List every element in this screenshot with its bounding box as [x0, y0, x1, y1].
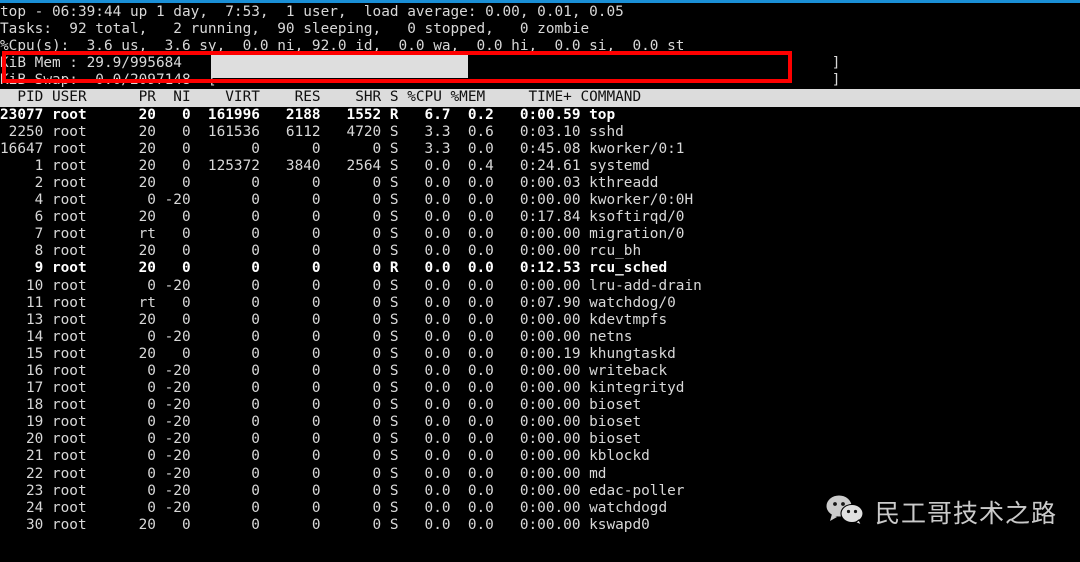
table-row[interactable]: 16 root 0 -20 0 0 0 S 0.0 0.0 0:00.00 wr…	[0, 363, 1080, 380]
watermark: 民工哥技术之路	[826, 494, 1057, 530]
summary-uptime-line: top - 06:39:44 up 1 day, 7:53, 1 user, l…	[0, 4, 624, 20]
table-row[interactable]: 15 root 20 0 0 0 0 S 0.0 0.0 0:00.19 khu…	[0, 346, 1080, 363]
summary-cpu-line: %Cpu(s): 3.6 us, 3.6 sy, 0.0 ni, 92.0 id…	[0, 38, 685, 55]
table-row[interactable]: 2 root 20 0 0 0 0 S 0.0 0.0 0:00.03 kthr…	[0, 175, 1080, 192]
table-row[interactable]: 9 root 20 0 0 0 0 R 0.0 0.0 0:12.53 rcu_…	[0, 260, 1080, 277]
top-accent-rule	[0, 0, 1080, 3]
table-row[interactable]: 16647 root 20 0 0 0 0 S 3.3 0.0 0:45.08 …	[0, 141, 1080, 158]
table-row[interactable]: 21 root 0 -20 0 0 0 S 0.0 0.0 0:00.00 kb…	[0, 448, 1080, 465]
table-row[interactable]: 2250 root 20 0 161536 6112 4720 S 3.3 0.…	[0, 124, 1080, 141]
process-table-header: PID USER PR NI VIRT RES SHR S %CPU %MEM …	[0, 89, 1080, 107]
table-row[interactable]: 22 root 0 -20 0 0 0 S 0.0 0.0 0:00.00 md	[0, 466, 1080, 483]
table-row[interactable]: 14 root 0 -20 0 0 0 S 0.0 0.0 0:00.00 ne…	[0, 329, 1080, 346]
table-row[interactable]: 20 root 0 -20 0 0 0 S 0.0 0.0 0:00.00 bi…	[0, 431, 1080, 448]
summary-tasks-line: Tasks: 92 total, 2 running, 90 sleeping,…	[0, 21, 590, 38]
process-table-body: 23077 root 20 0 161996 2188 1552 R 6.7 0…	[0, 107, 1080, 534]
table-row[interactable]: 1 root 20 0 125372 3840 2564 S 0.0 0.4 0…	[0, 158, 1080, 175]
wechat-icon	[826, 494, 866, 530]
table-row[interactable]: 8 root 20 0 0 0 0 S 0.0 0.0 0:00.00 rcu_…	[0, 243, 1080, 260]
table-row[interactable]: 13 root 20 0 0 0 0 S 0.0 0.0 0:00.00 kde…	[0, 312, 1080, 329]
table-row[interactable]: 4 root 0 -20 0 0 0 S 0.0 0.0 0:00.00 kwo…	[0, 192, 1080, 209]
memory-usage-gauge	[211, 55, 468, 78]
table-row[interactable]: 23077 root 20 0 161996 2188 1552 R 6.7 0…	[0, 107, 1080, 124]
table-row[interactable]: 10 root 0 -20 0 0 0 S 0.0 0.0 0:00.00 lr…	[0, 278, 1080, 295]
table-row[interactable]: 11 root rt 0 0 0 0 S 0.0 0.0 0:07.90 wat…	[0, 295, 1080, 312]
watermark-text: 民工哥技术之路	[875, 499, 1058, 528]
table-row[interactable]: 19 root 0 -20 0 0 0 S 0.0 0.0 0:00.00 bi…	[0, 414, 1080, 431]
table-row[interactable]: 6 root 20 0 0 0 0 S 0.0 0.0 0:17.84 ksof…	[0, 209, 1080, 226]
table-row[interactable]: 7 root rt 0 0 0 0 S 0.0 0.0 0:00.00 migr…	[0, 226, 1080, 243]
table-row[interactable]: 18 root 0 -20 0 0 0 S 0.0 0.0 0:00.00 bi…	[0, 397, 1080, 414]
top-output: top - 06:39:44 up 1 day, 7:53, 1 user, l…	[0, 4, 1080, 534]
table-row[interactable]: 17 root 0 -20 0 0 0 S 0.0 0.0 0:00.00 ki…	[0, 380, 1080, 397]
summary-mem-line: KiB Mem : 29.9/995684 [ ]	[0, 55, 841, 72]
summary-swap-line: KiB Swap: 0.0/2097148 [ ]	[0, 72, 841, 89]
terminal-window: top - 06:39:44 up 1 day, 7:53, 1 user, l…	[0, 0, 1080, 562]
